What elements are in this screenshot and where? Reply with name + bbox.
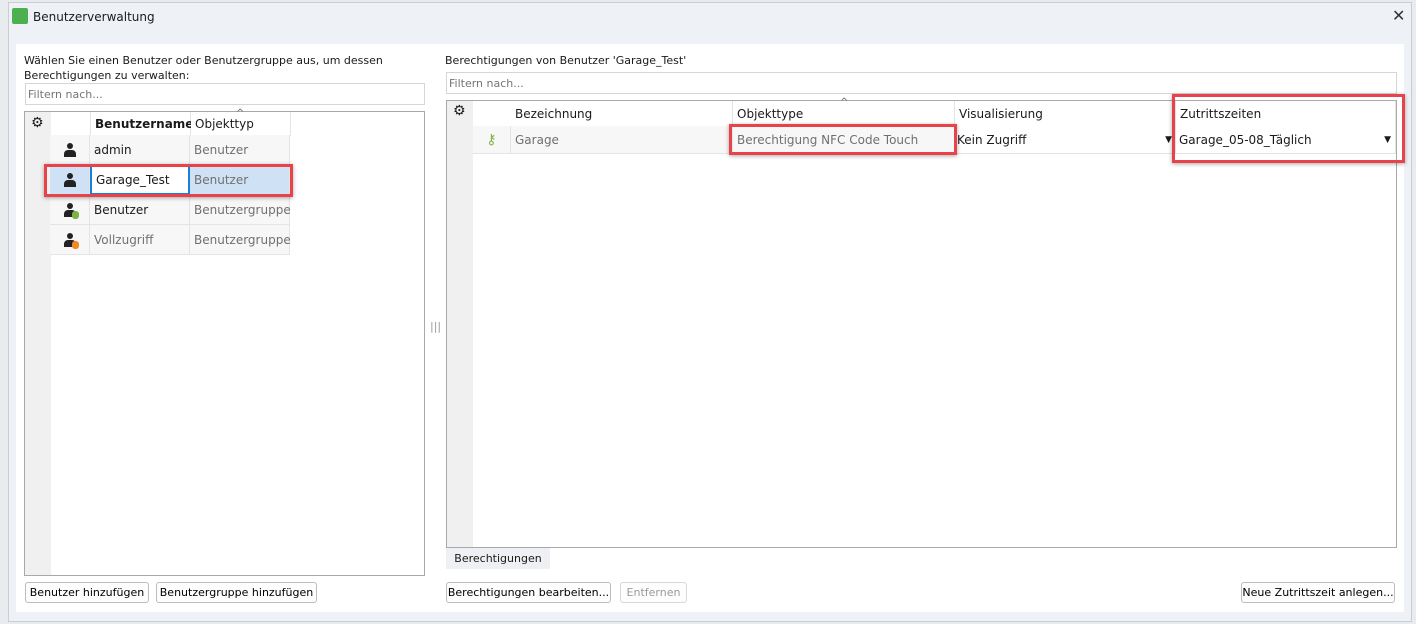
close-icon[interactable]: ✕: [1392, 6, 1405, 25]
app-icon: [12, 8, 28, 24]
user-name[interactable]: Vollzugriff: [90, 225, 190, 255]
remove-button[interactable]: Entfernen: [620, 582, 687, 603]
user-name[interactable]: Benutzer: [90, 195, 190, 225]
instruction-text: Wählen Sie einen Benutzer oder Benutzerg…: [24, 54, 383, 82]
tab-berechtigungen[interactable]: Berechtigungen: [446, 548, 550, 569]
permissions-heading: Berechtigungen von Benutzer 'Garage_Test…: [445, 54, 687, 67]
user-type[interactable]: Benutzer: [190, 135, 290, 165]
permissions-table: ⚙ Bezeichnung Objekttype ^ Visualisierun…: [446, 97, 1397, 548]
visualisierung-dropdown[interactable]: Kein Zugriff ▼: [955, 126, 1176, 154]
highlight-selected-user: [44, 164, 293, 197]
permission-bezeichnung[interactable]: Garage: [511, 126, 733, 154]
sort-ascending-icon: ^: [236, 108, 245, 119]
add-group-button[interactable]: Benutzergruppe hinzufügen: [156, 582, 317, 603]
user-type[interactable]: Benutzergruppe: [190, 195, 291, 225]
key-icon: ⚷: [473, 126, 511, 154]
user-name[interactable]: admin: [90, 135, 190, 165]
highlight-objekttype: [729, 124, 957, 155]
window-title: Benutzerverwaltung: [33, 10, 155, 24]
edit-permissions-button[interactable]: Berechtigungen bearbeiten...: [446, 582, 611, 603]
gear-icon[interactable]: ⚙: [453, 103, 466, 119]
column-header-bezeichnung[interactable]: Bezeichnung: [511, 101, 733, 126]
highlight-zutrittszeiten: [1172, 94, 1405, 163]
user-group-green-icon: [50, 195, 90, 225]
user-type[interactable]: Benutzergruppe: [190, 225, 291, 255]
column-header-benutzername[interactable]: Benutzername: [91, 112, 193, 136]
gear-icon[interactable]: ⚙: [31, 115, 44, 131]
new-access-time-button[interactable]: Neue Zutrittszeit anlegen...: [1241, 582, 1395, 603]
user-icon: [50, 135, 90, 165]
visualisierung-value: Kein Zugriff: [957, 132, 1027, 147]
add-user-button[interactable]: Benutzer hinzufügen: [25, 582, 149, 603]
dropdown-arrow-icon: ▼: [1165, 134, 1172, 145]
user-filter-input[interactable]: [25, 83, 425, 105]
sort-ascending-icon: ^: [840, 97, 849, 108]
user-group-orange-icon: [50, 225, 90, 255]
splitter-handle[interactable]: |||: [430, 320, 441, 333]
column-header-visualisierung[interactable]: Visualisierung: [955, 101, 1176, 126]
permission-filter-input[interactable]: [446, 72, 1397, 94]
